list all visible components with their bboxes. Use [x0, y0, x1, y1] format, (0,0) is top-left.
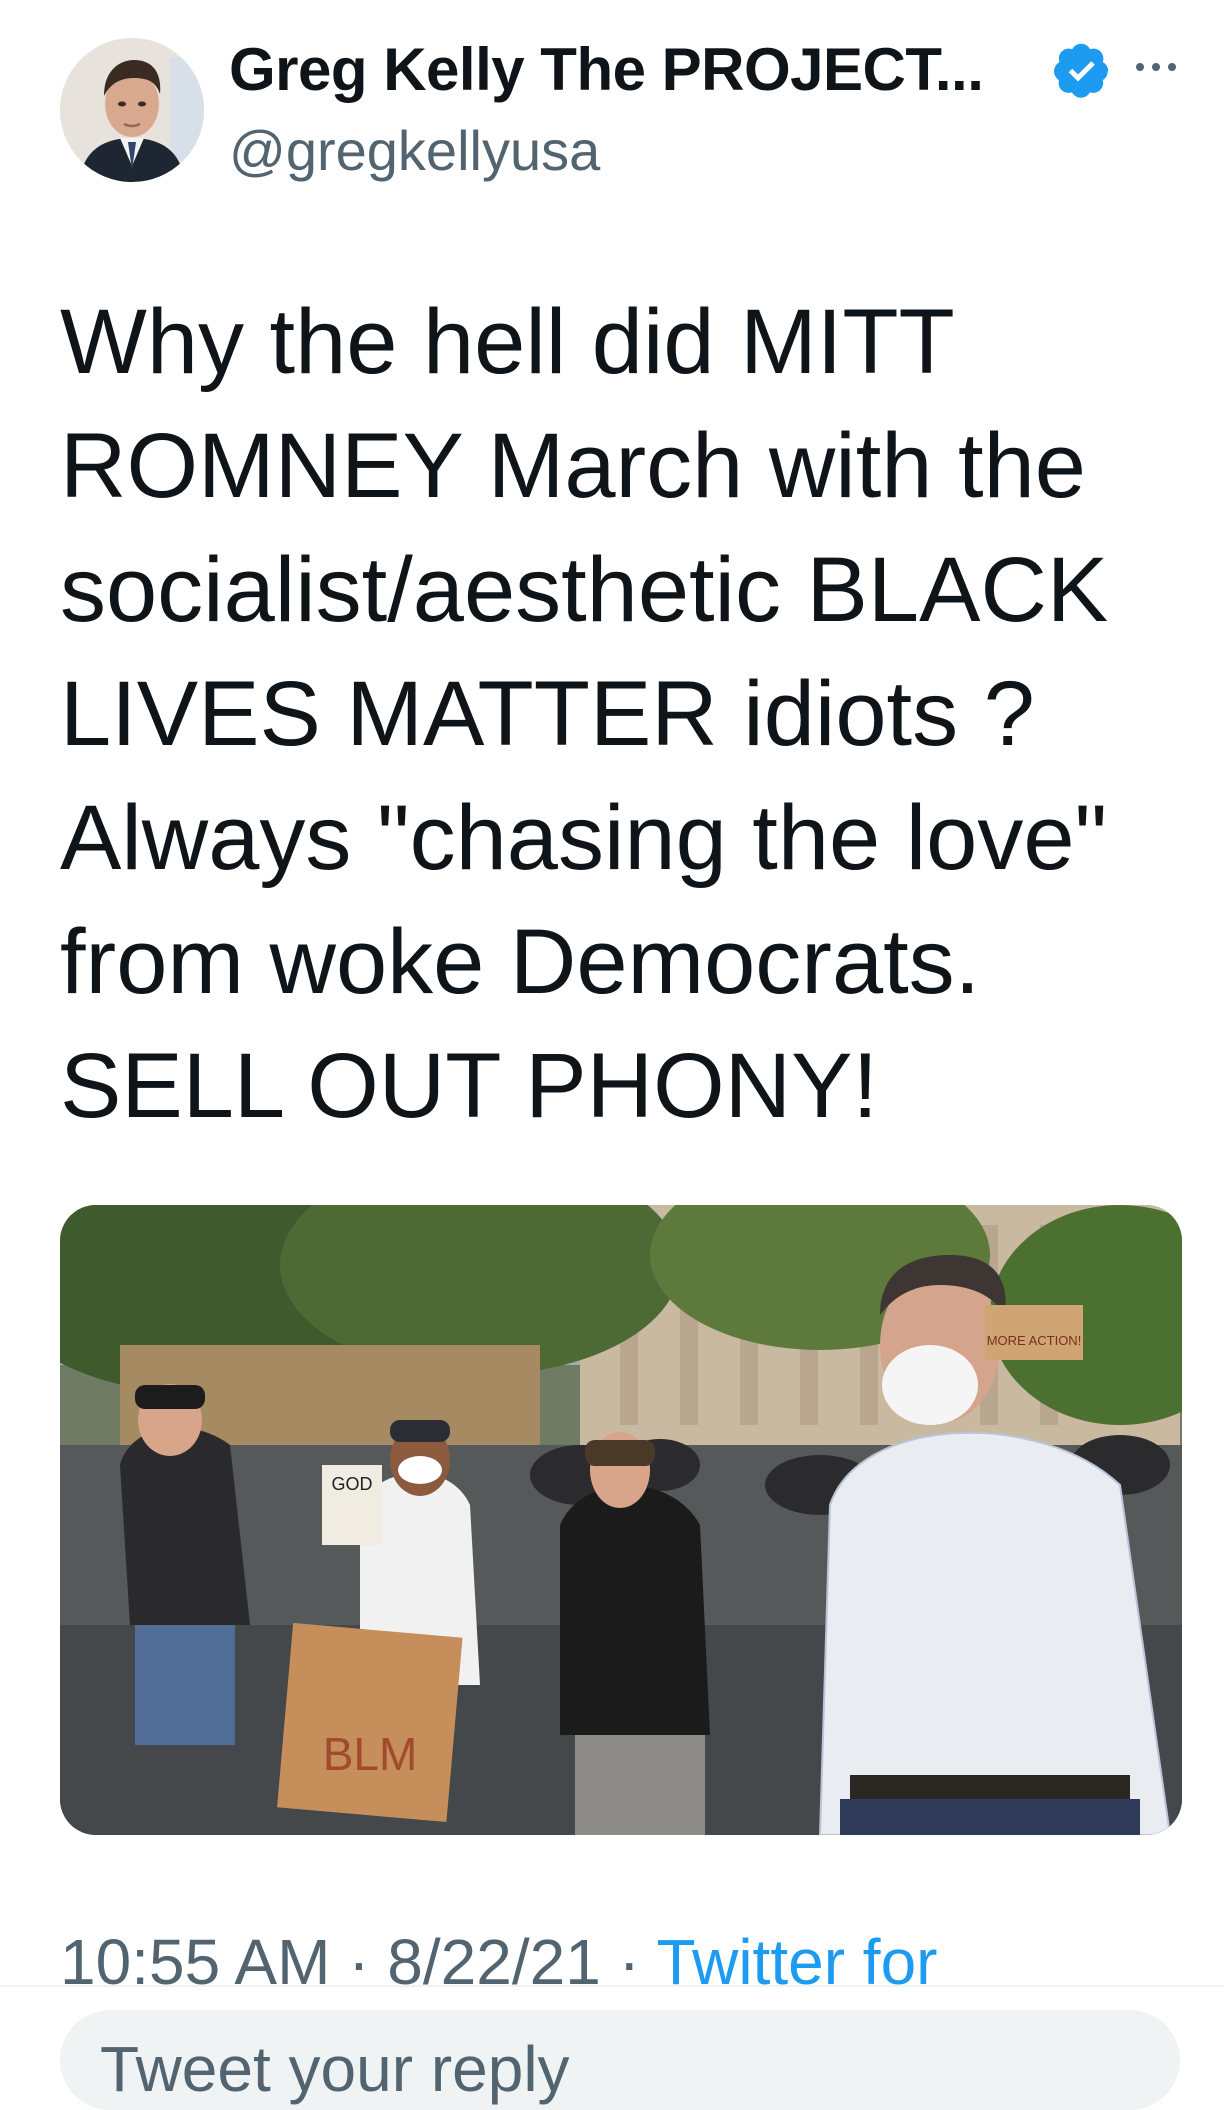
meta-separator: · — [600, 1926, 657, 1998]
tweet-text-line: ROMNEY March with the — [60, 415, 1086, 517]
tweet-text-line: from woke Democrats. — [60, 911, 981, 1013]
meta-separator: · — [330, 1926, 388, 1998]
tweet-text-line: Why the hell did MITT — [60, 291, 955, 393]
tweet-header: Greg Kelly The PROJECT... @gregkellyusa — [0, 0, 1224, 200]
author-avatar[interactable] — [60, 38, 204, 182]
tweet-text: Why the hell did MITT ROMNEY March with … — [60, 280, 1180, 1148]
divider — [0, 1985, 1224, 1987]
author-name[interactable]: Greg Kelly The PROJECT... — [229, 30, 984, 110]
svg-text:MORE ACTION!: MORE ACTION! — [987, 1333, 1082, 1348]
verified-badge-icon — [1054, 43, 1109, 98]
tweet-meta: 10:55 AM · 8/22/21 · Twitter for — [60, 1920, 937, 2004]
protest-march-photo: BLM GOD MORE ACTION! — [60, 1205, 1182, 1835]
tweet-date[interactable]: 8/22/21 — [387, 1926, 601, 1998]
author-handle[interactable]: @gregkellyusa — [229, 113, 600, 189]
reply-placeholder: Tweet your reply — [100, 2033, 570, 2105]
svg-text:GOD: GOD — [331, 1474, 372, 1494]
more-dots-icon[interactable] — [1132, 52, 1180, 82]
tweet-photo[interactable]: BLM GOD MORE ACTION! — [60, 1205, 1182, 1835]
svg-text:BLM: BLM — [323, 1728, 418, 1780]
avatar-photo — [60, 38, 204, 182]
tweet-time[interactable]: 10:55 AM — [60, 1926, 330, 1998]
tweet-text-line: socialist/aesthetic BLACK — [60, 539, 1109, 641]
sign-god: GOD — [322, 1465, 382, 1545]
reply-input[interactable]: Tweet your reply — [60, 2010, 1180, 2110]
tweet-source-link[interactable]: Twitter for — [657, 1926, 938, 1998]
sign-more-action: MORE ACTION! — [985, 1305, 1083, 1360]
tweet-text-line: SELL OUT PHONY! — [60, 1035, 879, 1137]
tweet-text-line: LIVES MATTER idiots ? — [60, 663, 1035, 765]
tweet-text-line: Always "chasing the love" — [60, 787, 1108, 889]
